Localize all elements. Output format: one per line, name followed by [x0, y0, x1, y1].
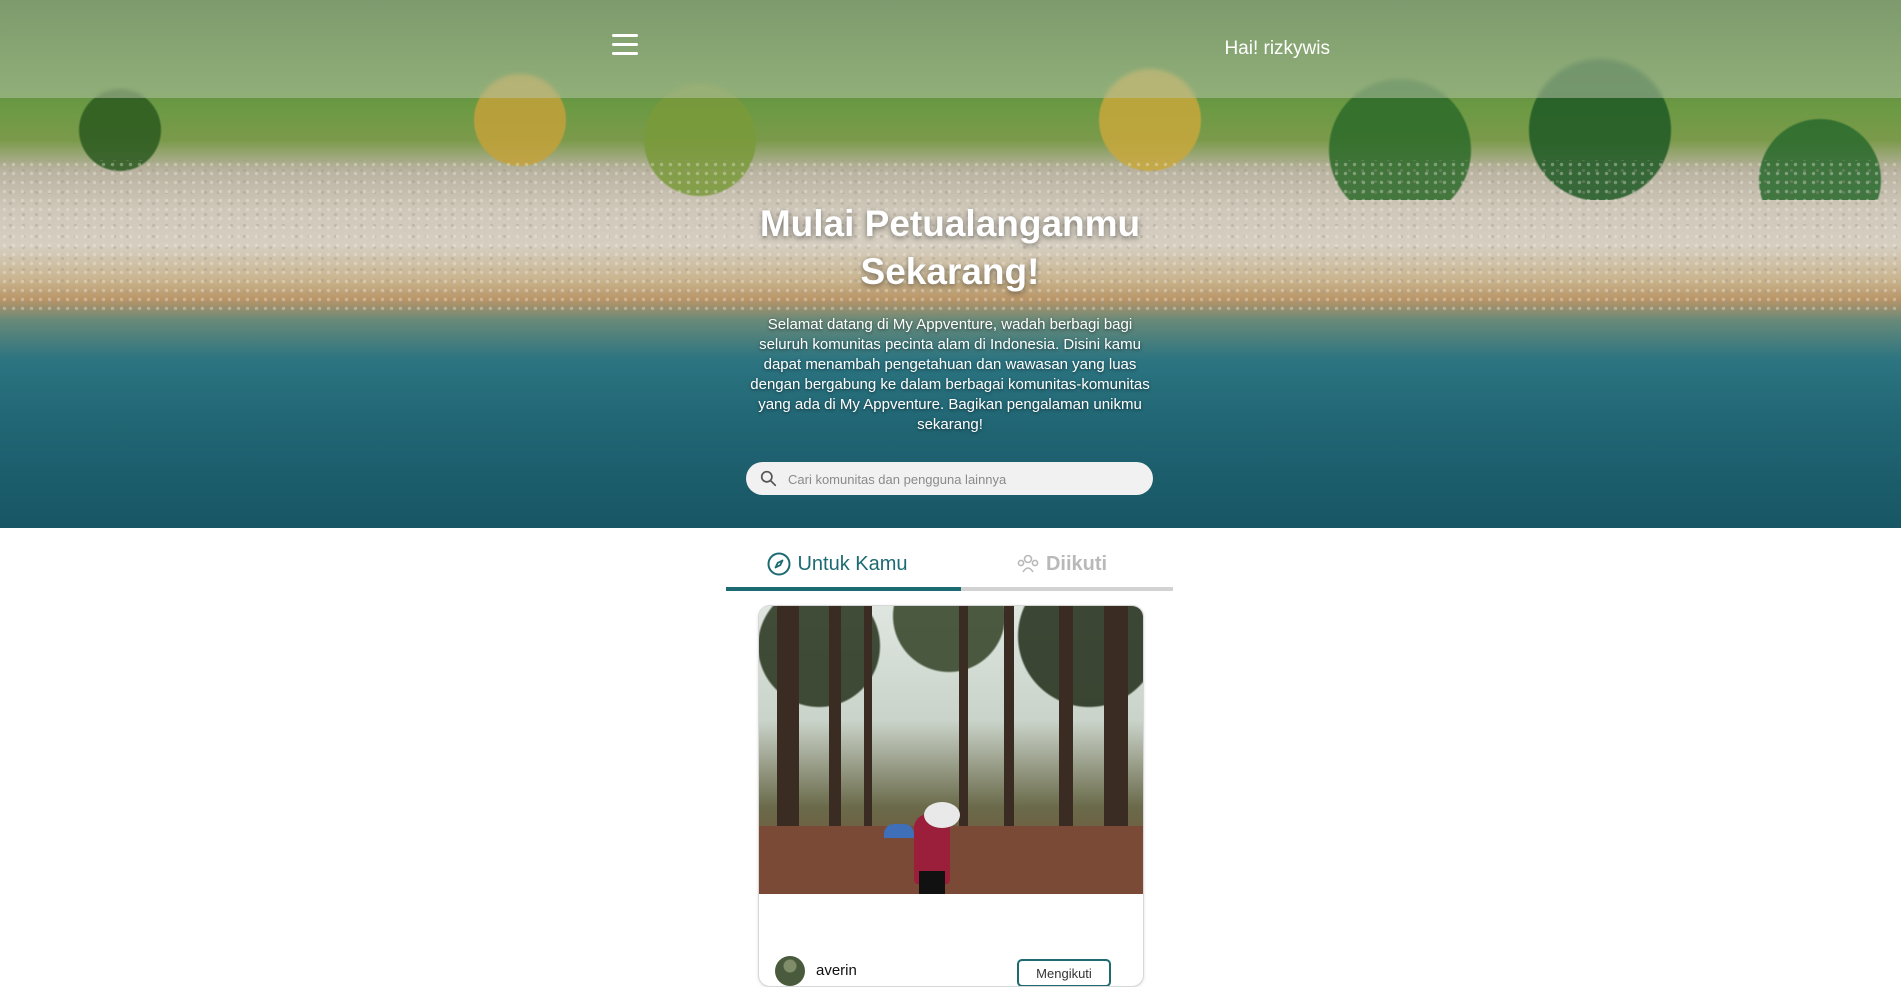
- hamburger-menu-icon[interactable]: [612, 34, 638, 56]
- search-input[interactable]: [786, 462, 1145, 497]
- feed-tabs: Untuk Kamu Diikuti: [726, 540, 1173, 592]
- tab-untuk-kamu[interactable]: Untuk Kamu: [726, 540, 949, 588]
- follow-button[interactable]: Mengikuti: [1017, 959, 1111, 986]
- user-greeting[interactable]: Hai! rizkywis: [1180, 38, 1330, 60]
- author-name[interactable]: averin: [816, 962, 857, 979]
- top-navbar: Hai! rizkywis: [0, 0, 1901, 98]
- tab-diikuti-label: Diikuti: [1045, 552, 1108, 575]
- post-author-row: averin Mengikuti: [759, 956, 1143, 986]
- tab-active-indicator: [726, 587, 961, 591]
- search-bar[interactable]: [746, 462, 1153, 497]
- tab-diikuti[interactable]: Diikuti: [950, 540, 1173, 588]
- tab-untuk-kamu-label: Untuk Kamu: [797, 552, 908, 575]
- avatar[interactable]: [775, 956, 805, 986]
- hero-description: Selamat datang di My Appventure, wadah b…: [750, 316, 1150, 433]
- hero-title: Mulai Petualanganmu Sekarang!: [759, 203, 1141, 292]
- search-icon: [760, 470, 777, 487]
- users-icon: [1017, 554, 1039, 573]
- hero-banner: Hai! rizkywis Mulai Petualanganmu Sekara…: [0, 0, 1901, 528]
- post-card[interactable]: averin Mengikuti: [758, 605, 1144, 987]
- post-photo[interactable]: [759, 606, 1143, 894]
- tab-indicator-track: [726, 587, 1173, 591]
- compass-icon: [767, 552, 791, 576]
